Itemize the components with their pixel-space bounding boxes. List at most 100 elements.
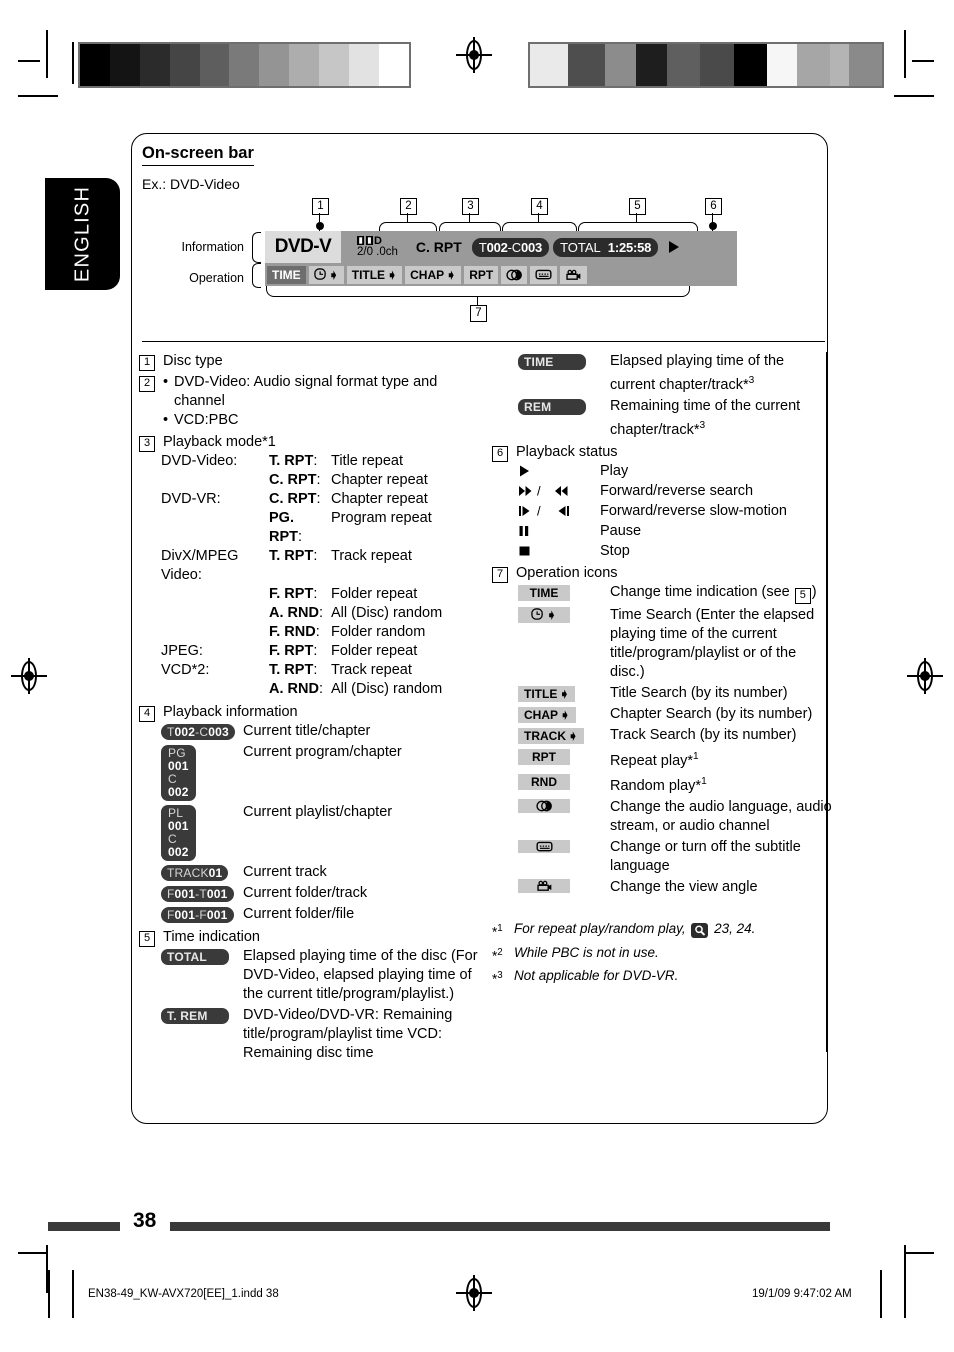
chapter-number: 003 [521, 239, 543, 255]
badge-cell: TRACK 01 [161, 863, 243, 882]
bullet-item: • VCD:PBC [163, 411, 489, 430]
list-item: 1 Disc type [139, 352, 489, 371]
table-row: TIME Elapsed playing time of the current… [518, 352, 832, 395]
badge-description: Current track [243, 864, 327, 880]
op-button-time[interactable]: TIME [267, 265, 306, 284]
badge-number: 001 [206, 887, 228, 901]
subtitle-icon [535, 842, 553, 852]
information-brace [252, 232, 261, 263]
operation-icons-table: TIME Change time indication (see 5) ➧ Ti… [518, 583, 832, 898]
op-button-time-search[interactable]: ➧ [308, 265, 344, 284]
arrow-icon: ➧ [559, 686, 570, 701]
title-chapter-indicator: T 002- C 003 [471, 237, 550, 257]
status-glyph: / [518, 502, 600, 521]
crop-mark [18, 1252, 46, 1254]
operation-button-cell: TITLE ➧ [518, 684, 610, 703]
operation-description: Chapter Search (by its number) [610, 705, 813, 722]
table-row: DivX/MPEG Video: T. RPT: Track repeat [161, 547, 489, 585]
operation-button[interactable] [518, 879, 570, 894]
column-divider [826, 352, 828, 1052]
footnote-marker: *2 [492, 946, 503, 964]
disc-type-indicator: DVD-V [265, 231, 341, 263]
mode-description: Chapter repeat [331, 472, 428, 488]
magnifier-icon [691, 923, 709, 939]
information-label: Information [181, 240, 244, 254]
callout-number: 3 [139, 436, 155, 452]
registration-mark-top [456, 37, 492, 73]
badge-description: DVD-Video/DVD-VR: Remaining title/progra… [243, 1007, 453, 1061]
diagram-divider [142, 341, 825, 343]
callout-4-leader [538, 213, 540, 222]
op-button-chapter[interactable]: CHAP ➧ [405, 265, 462, 284]
bullet-dot: • [163, 412, 169, 428]
list-item: 6 Playback status [492, 443, 832, 462]
badge-description: Current title/chapter [243, 723, 371, 739]
badge-description: Current playlist/chapter [243, 804, 393, 820]
playback-mode-table: DVD-Video: T. RPT: Title repeat C. RPT: … [161, 452, 489, 699]
badge-cell: TOTAL [161, 947, 243, 966]
status-description: Forward/reverse search [600, 482, 754, 499]
operation-button[interactable]: RPT [518, 748, 570, 765]
mode-description: Chapter repeat [331, 491, 428, 507]
audio-format-letter: D [374, 234, 382, 247]
operation-description: Title Search (by its number) [610, 684, 788, 701]
table-row: Change the audio language, audio stream,… [518, 798, 832, 836]
mode-format [161, 680, 269, 699]
table-row: RND Random play*1 [518, 772, 832, 796]
footer-timestamp: 19/1/09 9:47:02 AM [752, 1288, 852, 1300]
footer-divider [880, 1270, 882, 1318]
audio-channel-text: 2/0 .0ch [357, 245, 398, 258]
operation-row: TIME ➧ TITLE ➧ CHAP ➧ RPT [265, 263, 737, 286]
item-heading: Playback mode*1 [163, 434, 276, 450]
badge-number: 002 [168, 845, 189, 859]
badge-description: Remaining time of the current chapter/tr… [610, 397, 801, 438]
badge-number: 001 [174, 908, 196, 922]
item-heading: Disc type [163, 353, 223, 369]
callout-number: 6 [492, 445, 508, 462]
operation-button[interactable]: TRACK ➧ [518, 727, 585, 744]
badge-number: 001 [206, 908, 228, 922]
badge-cell: T. REM [161, 1006, 243, 1025]
play-status-icon [669, 241, 680, 253]
callout-1: 1 [312, 198, 329, 215]
operation-button-cell: ➧ [518, 606, 610, 627]
page-title: On-screen bar [142, 144, 254, 166]
operation-button[interactable]: ➧ [518, 606, 570, 623]
table-row: PG 001 C 002 Current program/chapter [161, 743, 489, 801]
table-row: PL 001 C 002 Current playlist/chapter [161, 803, 489, 861]
table-row: A. RND: All (Disc) random [161, 680, 489, 699]
callout-1-dot [315, 222, 324, 230]
table-row: / Forward/reverse search [518, 482, 832, 501]
badge-description: Current program/chapter [243, 744, 402, 760]
crop-mark [18, 95, 58, 97]
table-row: T. REM DVD-Video/DVD-VR: Remaining title… [161, 1006, 489, 1063]
mode-code: T. RPT: [269, 662, 318, 678]
table-row: ➧ Time Search (Enter the elapsed playing… [518, 606, 832, 682]
op-button-audio[interactable] [501, 265, 528, 284]
status-description: Pause [600, 522, 642, 539]
mode-format [161, 509, 269, 547]
forward-reverse-search-icon: / [519, 483, 568, 498]
operation-button[interactable]: TIME [518, 584, 570, 601]
operation-button[interactable]: CHAP ➧ [518, 706, 577, 723]
on-screen-bar-diagram: 1 2 3 4 5 6 Information Operation DVD-V [142, 198, 742, 333]
footnote: *2 While PBC is not in use. [492, 943, 832, 967]
op-button-title[interactable]: TITLE ➧ [346, 265, 403, 284]
mode-description: All (Disc) random [331, 681, 443, 697]
operation-button[interactable] [518, 840, 570, 854]
footnotes: *1 For repeat play/random play, 23, 24. … [492, 919, 832, 990]
badge-cell: TIME [518, 352, 610, 371]
mode-code: A. RND: [269, 681, 323, 697]
operation-button-cell [518, 798, 610, 817]
operation-button[interactable] [518, 799, 570, 814]
operation-button[interactable]: TITLE ➧ [518, 685, 576, 702]
table-row: Play [518, 462, 832, 481]
chapter-prefix: C [511, 239, 521, 255]
dolby-logo-svg [357, 235, 373, 245]
op-button-repeat[interactable]: RPT [464, 265, 499, 284]
table-row: JPEG: F. RPT: Folder repeat [161, 642, 489, 661]
op-button-subtitle[interactable] [530, 265, 558, 284]
op-button-angle[interactable] [560, 265, 588, 284]
operation-button[interactable]: RND [518, 774, 570, 791]
status-glyph [518, 542, 600, 561]
